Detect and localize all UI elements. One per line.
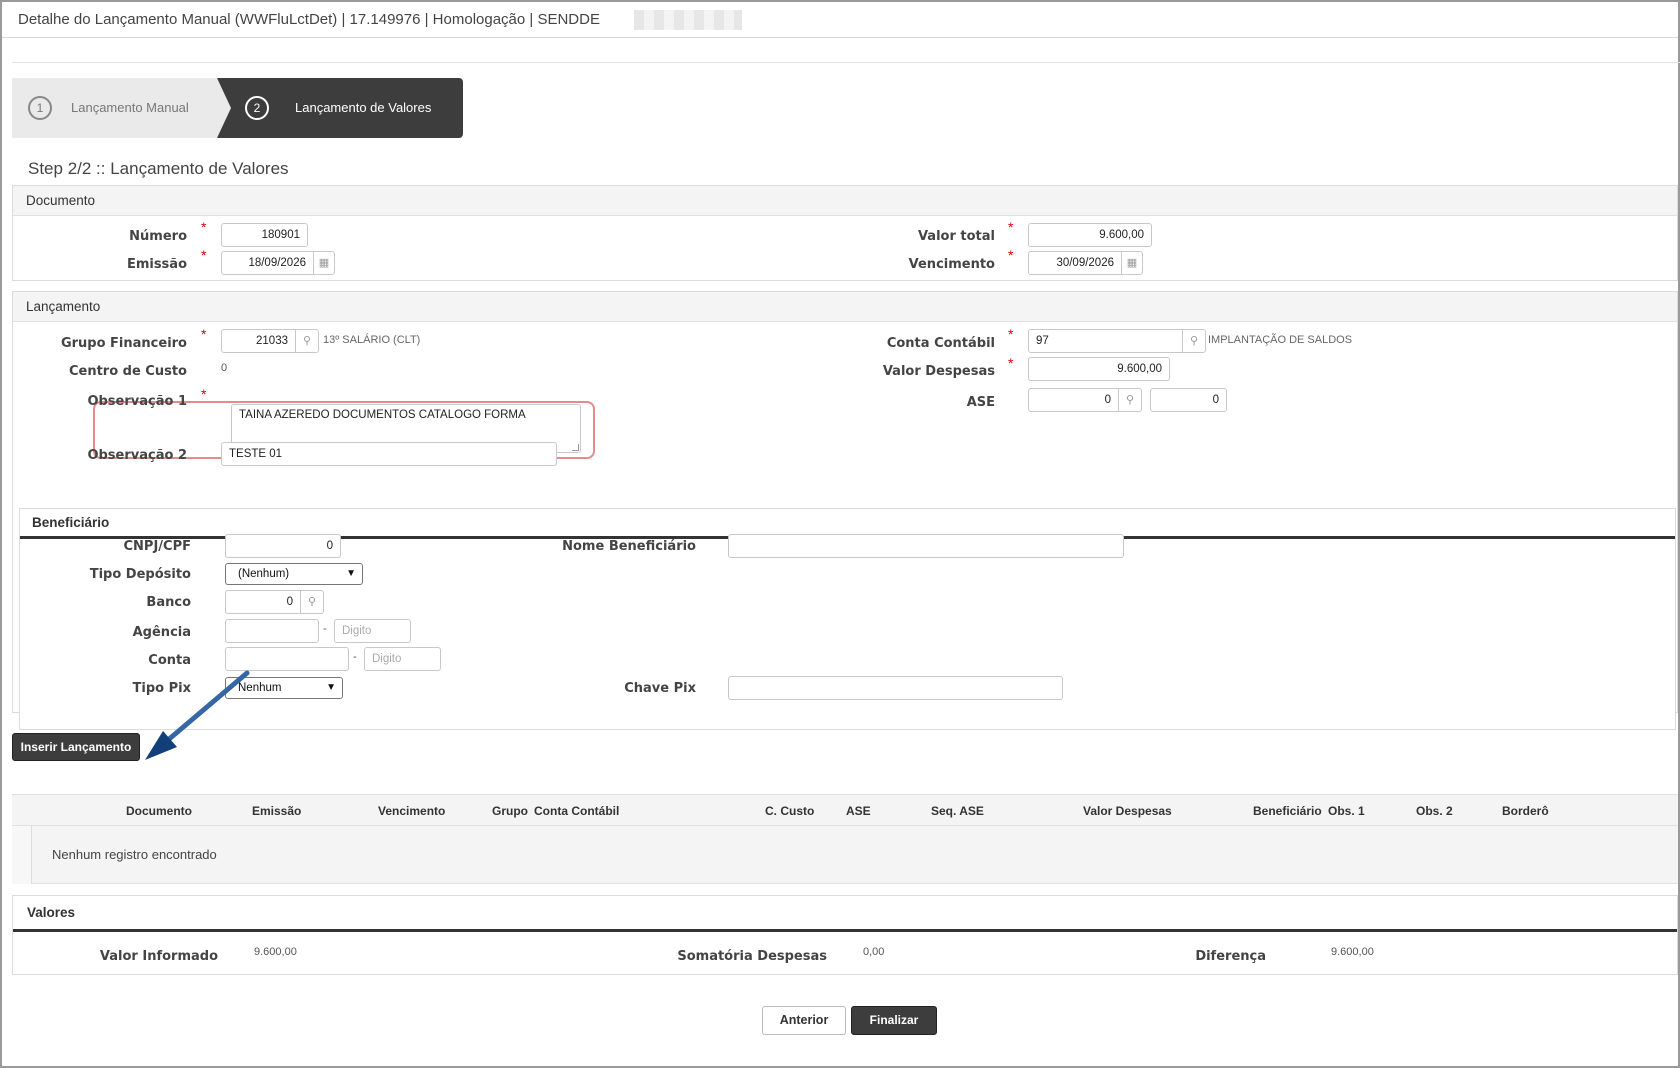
- annotation-arrow: [145, 670, 250, 760]
